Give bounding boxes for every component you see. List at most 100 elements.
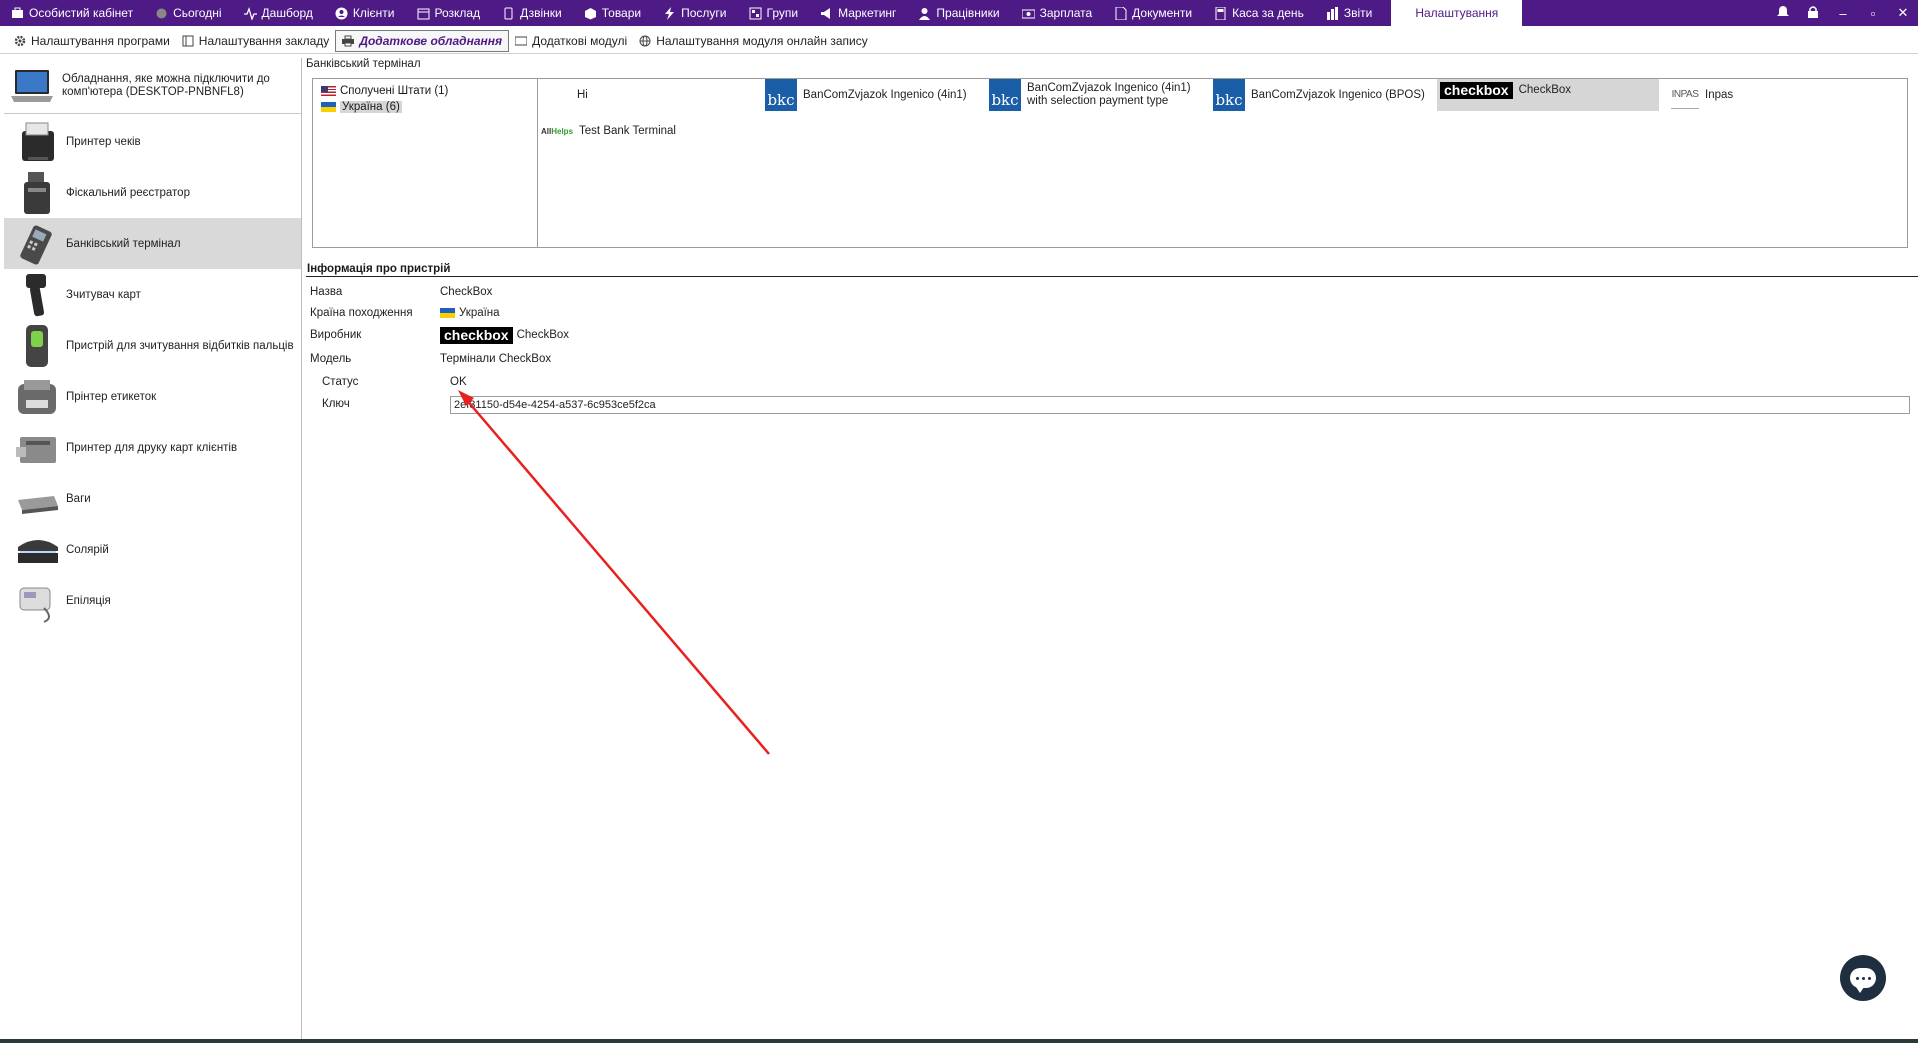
tab-label: Налаштування програми — [31, 33, 170, 48]
nav-label: Документи — [1132, 6, 1193, 20]
info-key-row: Ключ — [322, 395, 452, 413]
bell-icon[interactable] — [1768, 5, 1798, 21]
info-label: Виробник — [310, 329, 362, 341]
nav-label: Особистий кабінет — [29, 6, 134, 20]
device-fiscal-registrar[interactable]: Фіскальний реєстратор — [4, 167, 301, 218]
nav-label: Клієнти — [352, 6, 395, 20]
connected-equipment-header: Обладнання, яке можна підключити до комп… — [4, 58, 301, 114]
device-receipt-printer[interactable]: Принтер чеків — [4, 116, 301, 167]
nav-schedule[interactable]: Розклад — [406, 0, 492, 26]
terminal-bkc-4in1-selection[interactable]: bkc BanComZvjazok Ingenico (4in1) with se… — [989, 79, 1209, 111]
tab-program-settings[interactable]: Налаштування програми — [8, 31, 176, 51]
scales-icon — [14, 476, 60, 522]
terminal-label: Inpas — [1705, 89, 1734, 101]
info-label: Статус — [322, 376, 359, 388]
nav-staff[interactable]: Працівники — [907, 0, 1010, 26]
card-printer-icon — [14, 425, 60, 471]
device-bank-terminal[interactable]: Банківський термінал — [4, 218, 301, 269]
nav-today[interactable]: Сьогодні — [144, 0, 232, 26]
tab-extra-equipment[interactable]: Додаткове обладнання — [335, 29, 510, 52]
country-ukraine[interactable]: Україна (6) — [321, 99, 529, 115]
device-info-title: Інформація про пристрій — [306, 263, 1918, 277]
nav-marketing[interactable]: Маркетинг — [809, 0, 907, 26]
cabinet-icon — [11, 7, 24, 20]
info-value: CheckBox — [440, 286, 493, 298]
device-fingerprint-reader[interactable]: Пристрій для зчитування відбитків пальці… — [4, 320, 301, 371]
nav-settings[interactable]: Налаштування — [1391, 0, 1523, 26]
terminal-list: Hi bkc BanComZvjazok Ingenico (4in1) bkc B… — [539, 79, 1907, 247]
device-card-reader[interactable]: Зчитувач карт — [4, 269, 301, 320]
terminal-test[interactable]: AllHelps Test Bank Terminal — [541, 125, 676, 137]
nav-calls[interactable]: Дзвінки — [491, 0, 573, 26]
user-circle-icon — [335, 7, 348, 20]
lightning-icon — [663, 6, 676, 20]
nav-reports[interactable]: Звіти — [1315, 0, 1384, 26]
device-label: Прінтер етикеток — [66, 390, 157, 403]
document-icon — [1114, 6, 1127, 20]
device-solarium[interactable]: Солярій — [4, 524, 301, 575]
building-icon — [182, 35, 194, 47]
laptop-icon — [10, 67, 54, 105]
nav-groups[interactable]: Групи — [738, 0, 810, 26]
device-settings-area: Банківський термінал Сполучені Штати (1)… — [306, 58, 1918, 1043]
terminal-bkc-4in1[interactable]: bkc BanComZvjazok Ingenico (4in1) — [765, 79, 967, 111]
key-input[interactable] — [450, 396, 1910, 414]
info-label: Країна походження — [310, 307, 413, 319]
nav-cash[interactable]: Каса за день — [1203, 0, 1315, 26]
tab-label: Додаткове обладнання — [359, 33, 503, 48]
restore-button[interactable]: ▫ — [1858, 6, 1888, 21]
tab-label: Додаткові модулі — [532, 33, 628, 48]
tab-online-booking[interactable]: Налаштування модуля онлайн запису — [633, 31, 874, 51]
globe-icon — [639, 35, 651, 47]
nav-label: Розклад — [434, 6, 481, 20]
receipt-printer-icon — [14, 119, 60, 165]
device-label: Ваги — [66, 492, 91, 505]
window-controls: – ▫ ✕ — [1768, 0, 1918, 26]
terminal-hi[interactable]: Hi — [577, 89, 588, 101]
allhelps-logo-part: Helps — [551, 126, 574, 136]
pulse-icon — [243, 6, 257, 21]
tab-venue-settings[interactable]: Налаштування закладу — [176, 31, 336, 51]
terminal-checkbox[interactable]: checkbox CheckBox — [1437, 79, 1659, 111]
tab-label: Налаштування закладу — [198, 33, 330, 48]
device-label: Фіскальний реєстратор — [66, 186, 190, 199]
tab-extra-modules[interactable]: Додаткові модулі — [509, 31, 633, 51]
chat-button[interactable] — [1840, 955, 1886, 1001]
nav-label: Дзвінки — [520, 6, 562, 20]
nav-salary[interactable]: Зарплата — [1011, 0, 1104, 26]
groups-icon — [749, 7, 762, 20]
close-button[interactable]: ✕ — [1888, 5, 1918, 21]
chat-bubble-icon — [1850, 968, 1876, 993]
country-label: Україна (6) — [340, 101, 402, 113]
terminal-bkc-bpos[interactable]: bkc BanComZvjazok Ingenico (BPOS) — [1213, 79, 1425, 111]
info-value: Україна — [459, 307, 500, 319]
us-flag-icon — [321, 86, 336, 96]
terminal-inpas[interactable]: INPAS Inpas — [1671, 81, 1733, 109]
card-reader-icon — [14, 272, 60, 318]
device-card-printer[interactable]: Принтер для друку карт клієнтів — [4, 422, 301, 473]
nav-label: Дашборд — [261, 6, 313, 20]
epilation-icon — [14, 578, 60, 624]
minimize-button[interactable]: – — [1828, 6, 1858, 21]
status-value: OK — [450, 376, 467, 388]
terminal-label: Hi — [577, 89, 588, 101]
device-label-printer[interactable]: Прінтер етикеток — [4, 371, 301, 422]
nav-label: Звіти — [1343, 6, 1373, 20]
nav-clients[interactable]: Клієнти — [324, 0, 406, 26]
nav-cabinet[interactable]: Особистий кабінет — [0, 0, 144, 26]
inpas-logo-icon: INPAS — [1671, 81, 1699, 109]
nav-label: Групи — [766, 6, 799, 20]
phone-icon — [502, 7, 515, 20]
country-us[interactable]: Сполучені Штати (1) — [321, 83, 529, 99]
device-list: Принтер чеків Фіскальний реєстратор Банк… — [4, 116, 301, 626]
nav-documents[interactable]: Документи — [1103, 0, 1203, 26]
nav-services[interactable]: Послуги — [652, 0, 737, 26]
checkbox-logo-icon: checkbox — [440, 326, 513, 344]
nav-dashboard[interactable]: Дашборд — [233, 0, 324, 26]
nav-goods[interactable]: Товари — [573, 0, 652, 26]
device-epilation[interactable]: Епіляція — [4, 575, 301, 626]
lock-icon[interactable] — [1798, 5, 1828, 21]
device-scales[interactable]: Ваги — [4, 473, 301, 524]
info-label: Назва — [310, 286, 343, 298]
nav-label: Працівники — [936, 6, 1000, 20]
